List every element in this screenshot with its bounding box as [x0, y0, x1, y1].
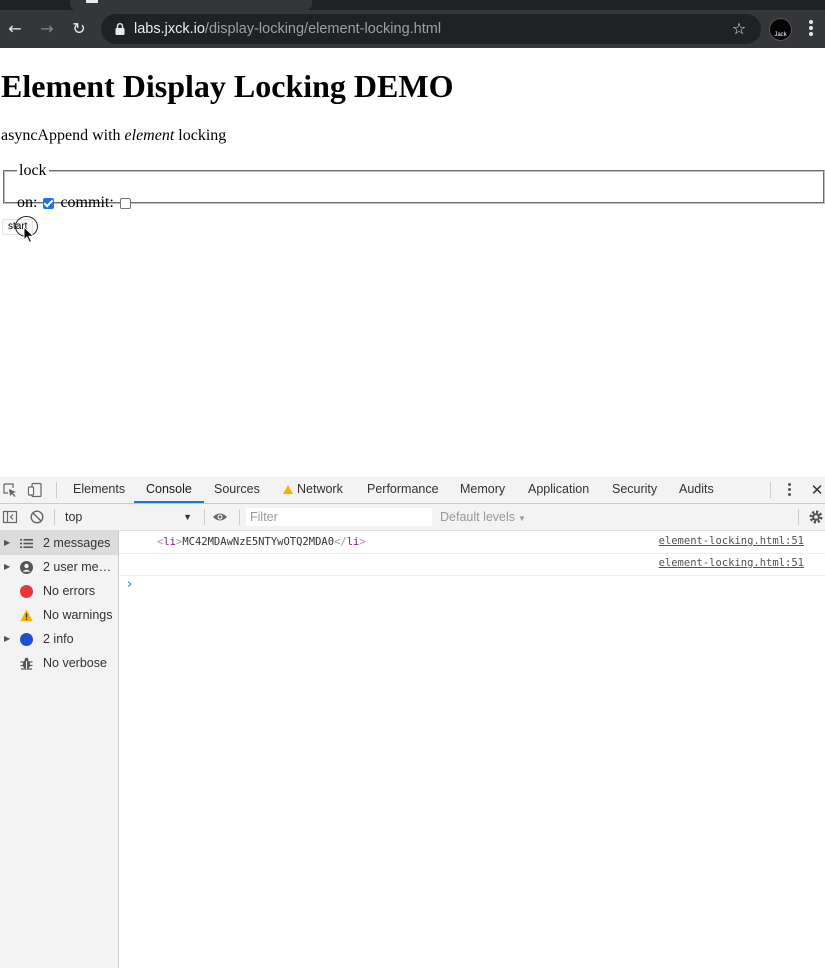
- context-selector[interactable]: top ▼: [60, 507, 198, 527]
- info-icon: [20, 633, 33, 646]
- sidebar-item-messages[interactable]: ▶ 2 messages: [0, 531, 118, 555]
- inspect-element-icon[interactable]: [2, 482, 18, 498]
- sidebar-item-label: 2 user messages: [43, 560, 115, 574]
- subtitle-suffix: locking: [174, 127, 227, 144]
- clear-console-icon[interactable]: [29, 509, 45, 525]
- sidebar-item-label: No errors: [43, 584, 96, 598]
- error-icon: [20, 585, 33, 598]
- commit-label: commit:: [60, 194, 114, 211]
- devtools-menu-icon[interactable]: [784, 483, 794, 499]
- on-label: on:: [17, 194, 38, 211]
- levels-label: Default levels: [440, 510, 516, 524]
- commit-checkbox[interactable]: [119, 197, 131, 209]
- devtools-panel: Elements Console Sources Network Perform…: [0, 477, 825, 968]
- back-button[interactable]: ←: [4, 18, 26, 40]
- expand-arrow-icon: ▶: [4, 538, 11, 547]
- active-tab[interactable]: [70, 0, 312, 10]
- caret-down-icon: ▼: [518, 514, 526, 523]
- expand-arrow-icon: ▶: [4, 562, 11, 571]
- on-checkbox[interactable]: [43, 197, 55, 209]
- devtools-tab-bar: Elements Console Sources Network Perform…: [0, 477, 825, 504]
- lock-legend: lock: [19, 162, 47, 179]
- tab-separator: [770, 482, 771, 498]
- message-content: MC42MDAwNzE5NTYwOTQ2MDA0: [182, 536, 335, 548]
- tab-network-label: Network: [297, 482, 343, 496]
- bookmark-star-icon[interactable]: ☆: [729, 19, 749, 39]
- network-warning-icon: [283, 485, 293, 494]
- browser-toolbar: ← → ↻ labs.jxck.io/display-locking/eleme…: [0, 10, 825, 48]
- browser-menu-icon[interactable]: [802, 19, 820, 39]
- tab-strip: [0, 0, 825, 10]
- url-host: labs.jxck.io: [134, 21, 205, 37]
- console-toolbar: top▼ Default levels▼: [0, 504, 825, 531]
- device-toolbar-icon[interactable]: [27, 482, 43, 498]
- tab-security[interactable]: Security: [612, 477, 657, 503]
- address-bar[interactable]: labs.jxck.io/display-locking/element-loc…: [101, 14, 761, 44]
- tab-memory[interactable]: Memory: [460, 477, 505, 503]
- context-value: top: [65, 510, 83, 524]
- forward-button[interactable]: →: [36, 18, 58, 40]
- user-icon: [20, 561, 33, 574]
- sidebar-toggle-icon[interactable]: [2, 509, 18, 525]
- tab-elements[interactable]: Elements: [73, 477, 125, 503]
- lock-icon: [115, 23, 125, 35]
- console-prompt-icon[interactable]: ›: [127, 577, 132, 592]
- tab-performance[interactable]: Performance: [367, 477, 439, 503]
- open-tag: li: [163, 536, 176, 548]
- mouse-pointer-icon: [23, 226, 35, 244]
- caret-down-icon: ▼: [183, 512, 192, 522]
- log-levels-dropdown[interactable]: Default levels ▼: [440, 507, 526, 527]
- lock-fieldset: lock on: commit:: [3, 162, 825, 211]
- toolbar-separator: [798, 509, 799, 525]
- close-tag: li: [346, 536, 360, 548]
- toolbar-separator: [54, 509, 55, 525]
- warning-icon: [20, 609, 33, 622]
- tab-network[interactable]: Network: [283, 477, 343, 503]
- sidebar-item-info[interactable]: ▶ 2 info: [0, 627, 118, 651]
- tab-console[interactable]: Console: [134, 477, 204, 503]
- message-source-link[interactable]: element-locking.html:51: [659, 530, 804, 552]
- subtitle-prefix: asyncAppend with: [1, 127, 125, 144]
- console-settings-gear-icon[interactable]: [808, 509, 824, 525]
- live-expression-eye-icon[interactable]: [212, 509, 228, 525]
- sidebar-item-label: 2 info: [43, 632, 74, 646]
- tab-separator: [56, 482, 57, 498]
- sidebar-item-errors[interactable]: No errors: [0, 579, 118, 603]
- message-text[interactable]: <li>MC42MDAwNzE5NTYwOTQ2MDA0</li>: [157, 531, 366, 553]
- tab-favicon-icon: [86, 0, 98, 3]
- page-subtitle: asyncAppend with element locking: [1, 127, 226, 145]
- verbose-bug-icon: [20, 657, 33, 670]
- sidebar-item-label: No warnings: [43, 608, 113, 622]
- console-sidebar: ▶ 2 messages ▶ 2 user messages No errors: [0, 531, 119, 968]
- console-message: <li>MC42MDAwNzE5NTYwOTQ2MDA0</li> elemen…: [119, 531, 825, 554]
- console-message: element-locking.html:51: [119, 553, 825, 576]
- profile-avatar[interactable]: Jack: [769, 18, 792, 41]
- close-devtools-icon[interactable]: ✕: [809, 480, 825, 500]
- console-output: <li>MC42MDAwNzE5NTYwOTQ2MDA0</li> elemen…: [119, 531, 825, 968]
- message-source-link[interactable]: element-locking.html:51: [659, 552, 804, 574]
- tab-audits[interactable]: Audits: [679, 477, 714, 503]
- page-content: Element Display Locking DEMO asyncAppend…: [0, 48, 825, 476]
- lock-options-row: on: commit:: [17, 194, 137, 212]
- filter-input[interactable]: [246, 508, 432, 526]
- sidebar-item-label: No verbose: [43, 656, 107, 670]
- toolbar-separator: [239, 509, 240, 525]
- list-icon: [20, 539, 33, 548]
- sidebar-item-label: 2 messages: [43, 536, 111, 550]
- toolbar-separator: [204, 509, 205, 525]
- reload-button[interactable]: ↻: [68, 18, 90, 40]
- url-path: /display-locking/element-locking.html: [204, 21, 442, 37]
- sidebar-item-warnings[interactable]: No warnings: [0, 603, 118, 627]
- page-title: Element Display Locking DEMO: [1, 68, 454, 104]
- avatar-label: Jack: [774, 32, 787, 38]
- sidebar-item-verbose[interactable]: No verbose: [0, 651, 118, 675]
- subtitle-emphasis: element: [124, 127, 175, 144]
- sidebar-item-user-messages[interactable]: ▶ 2 user messages: [0, 555, 118, 579]
- tab-application[interactable]: Application: [528, 477, 589, 503]
- expand-arrow-icon: ▶: [4, 634, 11, 643]
- url-text: labs.jxck.io/display-locking/element-loc…: [134, 14, 441, 44]
- tab-sources[interactable]: Sources: [214, 477, 260, 503]
